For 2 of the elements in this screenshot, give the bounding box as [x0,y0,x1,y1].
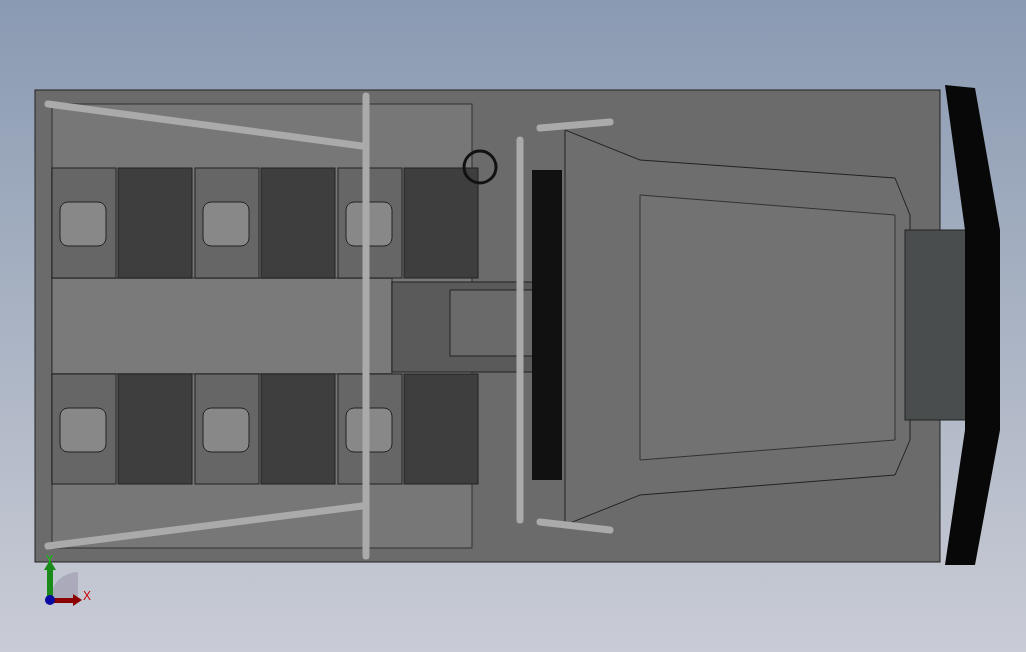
x-axis-label: X [83,589,91,603]
y-axis-label: Y [46,553,54,565]
